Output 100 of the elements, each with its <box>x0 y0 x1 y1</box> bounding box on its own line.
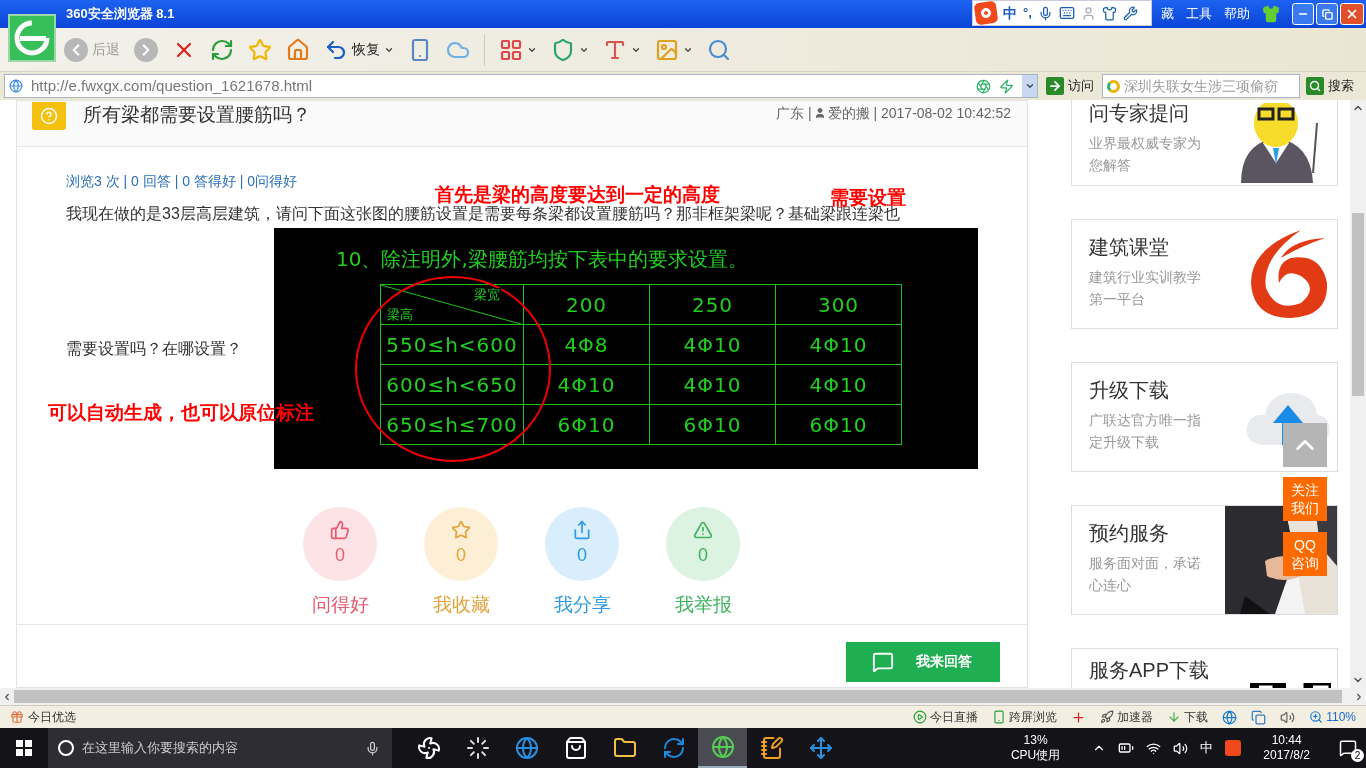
browser-icon <box>710 735 735 759</box>
close-button[interactable] <box>1340 3 1364 25</box>
phone-icon <box>992 710 1007 724</box>
action-label: 我举报 <box>674 593 732 617</box>
caret-icon <box>1024 81 1035 91</box>
store-icon <box>563 736 588 760</box>
keyboard-icon[interactable] <box>1058 5 1075 21</box>
go-button[interactable]: 访问 <box>1044 76 1096 96</box>
menu-item[interactable]: 工具 <box>1186 4 1212 24</box>
table-cell: 6Φ10 <box>775 404 902 445</box>
cpu-label: CPU使用 <box>1010 748 1061 763</box>
close-icon <box>1345 7 1359 21</box>
plugin-icon[interactable] <box>1071 709 1087 725</box>
card-title: 建筑课堂 <box>1089 235 1170 260</box>
scroll-thumb[interactable] <box>1352 213 1364 396</box>
question-text: 需要设置吗？在哪设置？ <box>66 338 243 359</box>
scroll-thumb[interactable] <box>14 690 1342 703</box>
arrow-right-icon <box>1046 77 1064 95</box>
horizontal-scrollbar[interactable] <box>0 688 1366 705</box>
undo-button[interactable]: 恢复 <box>320 33 398 66</box>
daily-picks-button[interactable]: 今日优选 <box>10 708 76 726</box>
clock-time[interactable]: 10:44 <box>1271 733 1302 748</box>
battery-icon[interactable] <box>1118 740 1135 756</box>
question-title: 所有梁都需要设置腰筋吗？ <box>83 103 311 127</box>
vertical-scrollbar[interactable] <box>1350 100 1366 688</box>
promo-card[interactable]: 问专家提问 业界最权威专家为您解答 <box>1071 100 1338 186</box>
settings-icon[interactable] <box>1122 5 1138 21</box>
chat-icon <box>872 650 894 673</box>
punctuation-mode[interactable]: °, <box>1023 3 1032 23</box>
url-text: http://e.fwxgx.com/question_1621678.html <box>31 75 313 96</box>
wifi-icon[interactable] <box>1146 740 1162 756</box>
promo-card[interactable]: 建筑课堂 建筑行业实训教学第一平台 <box>1071 219 1338 329</box>
shield-icon <box>551 37 575 62</box>
table-cell: 4Φ10 <box>775 364 902 405</box>
status-button[interactable]: 110% <box>1309 708 1356 726</box>
speaker-icon[interactable] <box>1173 740 1189 756</box>
taskbar-search-field[interactable]: 在这里输入你要搜索的内容 <box>48 728 392 768</box>
status-button[interactable]: 跨屏浏览 <box>992 708 1058 726</box>
gift-icon <box>10 710 24 724</box>
card-title: 预约服务 <box>1089 521 1170 546</box>
card-title: 问专家提问 <box>1089 101 1190 126</box>
input-language[interactable]: 中 <box>1200 738 1214 758</box>
globe-icon <box>9 79 23 93</box>
question-text: 我现在做的是33层高层建筑，请问下面这张图的腰筋设置是需要每条梁都设置腰筋吗？那非框架梁呢？基础梁跟连梁也 <box>66 205 900 224</box>
card-title: 服务APP下载 <box>1089 658 1210 683</box>
ime-mode[interactable]: 中 <box>1003 2 1017 24</box>
table-cell: 6Φ10 <box>523 404 650 445</box>
table-cell: 200 <box>523 284 650 325</box>
image-icon <box>655 37 679 62</box>
status-button[interactable]: 加速器 <box>1100 708 1154 726</box>
status-button[interactable]: 下载 <box>1167 708 1209 726</box>
table-cell: 650≤h≤700 <box>380 404 524 445</box>
back-icon <box>64 37 88 62</box>
fan-icon <box>416 736 441 760</box>
search-button[interactable]: 搜索 <box>1306 76 1362 96</box>
share-icon <box>572 519 592 540</box>
cpu-percent: 13% <box>1023 733 1048 748</box>
swirl-icon <box>465 736 490 760</box>
action-label: 我分享 <box>553 593 611 617</box>
notes-icon <box>759 736 784 760</box>
notification-icon <box>1339 739 1357 757</box>
table-cell: 4Φ10 <box>775 324 902 365</box>
zoom-icon <box>1309 710 1324 724</box>
mic-icon <box>365 740 380 756</box>
user-icon[interactable] <box>1080 5 1096 21</box>
star-icon <box>451 519 471 540</box>
card-subtitle: 服务面对面，承诺心连心 <box>1089 554 1201 595</box>
handwritten-note: 首先是梁的高度要达到一定的高度 <box>435 182 720 205</box>
promo-card[interactable]: 升级下载 广联达官方唯一指定升级下载 <box>1071 362 1338 472</box>
folder-icon <box>612 736 637 760</box>
clock-date[interactable]: 2017/8/2 <box>1263 748 1310 763</box>
table-cell: 6Φ10 <box>649 404 776 445</box>
aperture-icon <box>976 78 991 94</box>
table-cell: 4Φ10 <box>523 364 650 405</box>
dropdown-button[interactable] <box>1022 75 1037 97</box>
menu-item[interactable]: 藏 <box>1161 4 1174 24</box>
address-field[interactable]: http://e.fwxgx.com/question_1621678.html <box>4 74 1038 98</box>
windows-icon[interactable] <box>1251 709 1267 725</box>
thumbs-up-icon <box>330 519 350 540</box>
lightning-icon <box>999 78 1014 94</box>
star-icon <box>248 37 272 62</box>
browser-logo-icon[interactable] <box>8 14 56 62</box>
table-cell: 250 <box>649 284 776 325</box>
scroll-left-icon[interactable] <box>2 691 12 702</box>
menu-item[interactable]: 帮助 <box>1224 4 1250 24</box>
status-button[interactable]: 今日直播 <box>913 708 979 726</box>
rocket-icon <box>1100 710 1115 724</box>
minimize-button[interactable] <box>1292 3 1314 25</box>
maximize-button[interactable] <box>1316 3 1338 25</box>
location-text: 广东 | <box>776 104 812 123</box>
scroll-right-icon[interactable] <box>1354 691 1364 702</box>
window-title: 360安全浏览器 8.1 <box>66 5 175 24</box>
globe-icon[interactable] <box>1222 709 1238 725</box>
card-subtitle: 业界最权威专家为您解答 <box>1089 134 1201 175</box>
table-cell: 4Φ10 <box>649 324 776 365</box>
promo-card[interactable]: 服务APP下载 <box>1071 648 1338 688</box>
shirt-icon[interactable] <box>1262 5 1280 23</box>
mic-icon[interactable] <box>1037 5 1053 21</box>
shirt-icon[interactable] <box>1101 5 1117 21</box>
action-label: 问得好 <box>311 593 369 617</box>
